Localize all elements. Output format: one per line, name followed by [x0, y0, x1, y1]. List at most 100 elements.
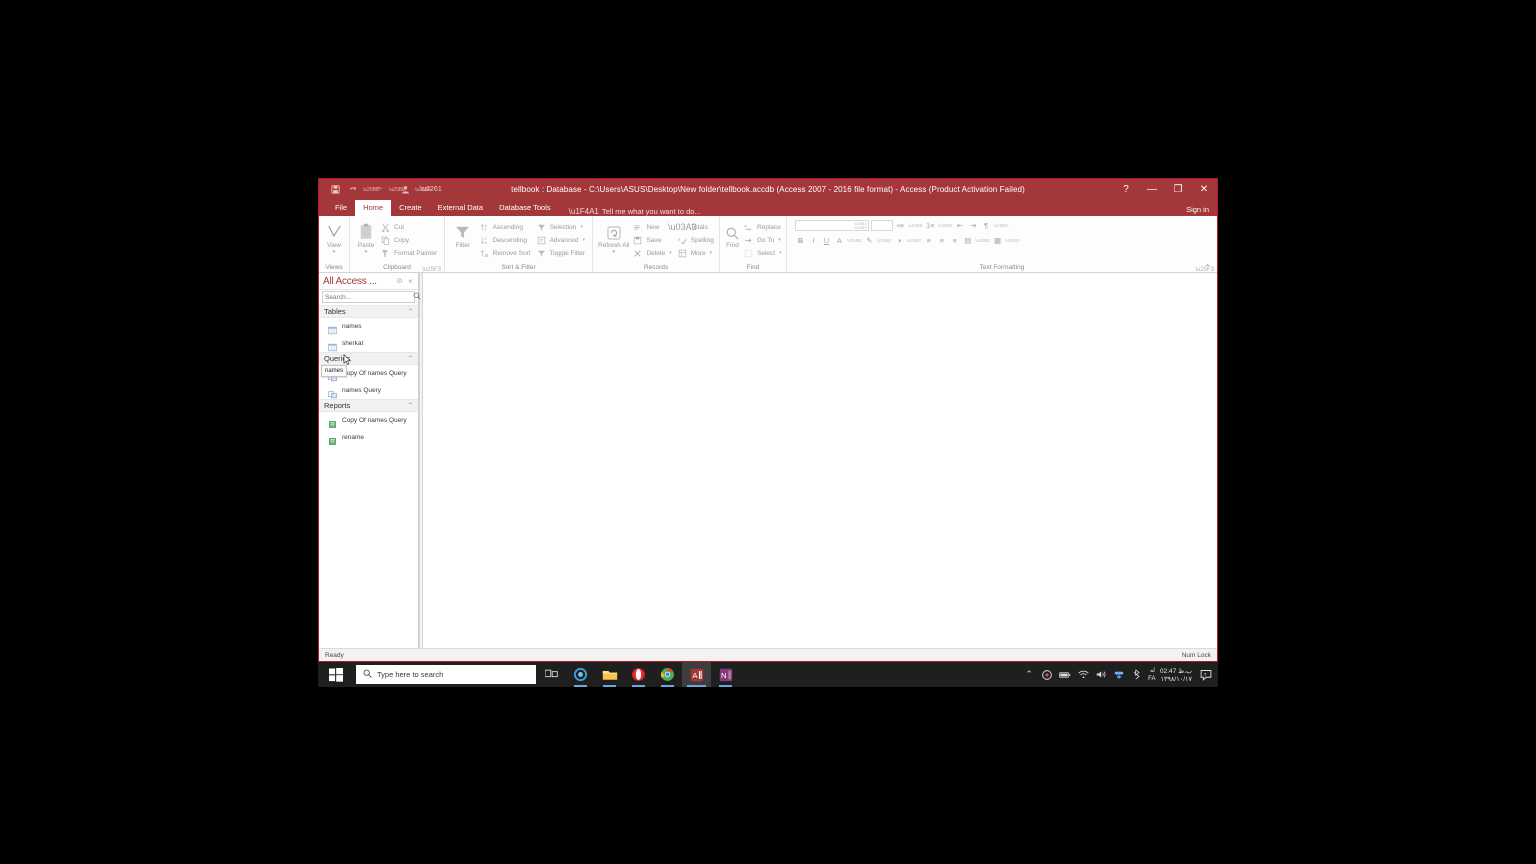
gridlines-button[interactable]: ▦ — [992, 235, 1003, 247]
datasheet-button[interactable]: ▤ — [962, 235, 973, 247]
clock-and-locale[interactable]: له 02:47 ب.ظ FA ۱۳۹۸/۱۰/۱۷ — [1146, 662, 1196, 687]
more-caret[interactable]: ▾ — [710, 250, 713, 256]
onenote-icon[interactable]: N — [711, 662, 740, 687]
selection-button[interactable]: Selection ▾ — [536, 221, 587, 233]
advanced-button[interactable]: Advanced ▾ — [536, 234, 587, 246]
nav-group-reports[interactable]: Reports ⌃ — [319, 399, 418, 412]
chrome-icon[interactable] — [653, 662, 682, 687]
tab-home[interactable]: Home — [355, 200, 392, 216]
outdent-button[interactable]: ⇤ — [955, 220, 966, 232]
rtl-button[interactable]: ¶ — [981, 220, 992, 232]
dropbox-icon[interactable] — [1110, 662, 1128, 687]
replace-button[interactable]: ab Replace — [743, 221, 784, 233]
font-color-button[interactable]: A — [834, 235, 845, 247]
totals-button[interactable]: \u03A3 Totals — [668, 221, 716, 233]
delete-caret[interactable]: ▾ — [669, 250, 672, 256]
go-to-caret[interactable]: ▾ — [778, 237, 781, 243]
font-color-caret[interactable]: \u25BE — [847, 238, 862, 243]
tab-external-data[interactable]: External Data — [430, 200, 491, 216]
font-name-spinner[interactable]: \u25B4 \u25BE — [854, 222, 867, 229]
volume-icon[interactable] — [1092, 662, 1110, 687]
tab-create[interactable]: Create — [391, 200, 430, 216]
tell-me-box[interactable]: \u1F4A1 Tell me what you want to do... — [559, 207, 701, 216]
refresh-all-button[interactable]: Refresh All ▾ — [598, 219, 629, 255]
nav-item-table-names[interactable]: names — [319, 318, 418, 335]
collapse-ribbon-button[interactable]: ⌃ — [1204, 263, 1211, 272]
fill-color-button[interactable]: ◑ — [894, 235, 905, 247]
undo-icon[interactable] — [345, 182, 361, 198]
action-center-button[interactable]: T — [1196, 662, 1216, 687]
view-button[interactable]: View ▾ — [324, 219, 344, 255]
highlight-caret[interactable]: \u25BE — [877, 238, 892, 243]
search-icon[interactable] — [413, 292, 421, 302]
chevron-up-icon[interactable]: ⌃ — [408, 355, 413, 362]
more-button[interactable]: More ▾ — [677, 247, 716, 259]
format-painter-button[interactable]: Format Painter — [380, 247, 439, 259]
undo-dropdown-caret[interactable]: \u25BE — [363, 187, 379, 193]
battery-icon[interactable] — [1056, 662, 1074, 687]
remove-sort-button[interactable]: Remove Sort — [479, 247, 533, 259]
bullets-caret[interactable]: \u25BE — [908, 223, 923, 228]
align-left-button[interactable]: ≡ — [923, 235, 934, 247]
delete-record-button[interactable]: Delete ▾ — [632, 247, 673, 259]
font-size-input[interactable] — [871, 220, 893, 231]
customize-user-icon[interactable] — [397, 182, 413, 198]
spelling-button[interactable]: a Spelling — [677, 234, 716, 246]
customize-quick-access-toolbar-icon[interactable]: \u2261 — [420, 182, 441, 198]
close-button[interactable]: ✕ — [1191, 179, 1217, 200]
select-button[interactable]: Select ▾ — [743, 247, 784, 259]
datasheet-caret[interactable]: \u25BE — [975, 238, 990, 243]
nav-item-table-sherkat[interactable]: sherkat — [319, 335, 418, 352]
view-caret[interactable]: ▾ — [333, 250, 336, 255]
save-icon[interactable] — [327, 182, 343, 198]
chevron-up-icon[interactable]: ⌃ — [408, 402, 413, 409]
ascending-button[interactable]: AZ Ascending — [479, 221, 533, 233]
redo-dropdown-caret[interactable]: \u25BE — [389, 187, 405, 193]
wifi-icon[interactable] — [1074, 662, 1092, 687]
tab-file[interactable]: File — [327, 200, 355, 216]
bold-button[interactable]: B — [795, 235, 806, 247]
show-hidden-icons-chevron-icon[interactable]: ⌃ — [1020, 662, 1038, 687]
sign-in-link[interactable]: Sign in — [1186, 205, 1209, 214]
nav-group-tables[interactable]: Tables ⌃ — [319, 305, 418, 318]
tab-database-tools[interactable]: Database Tools — [491, 200, 559, 216]
select-caret[interactable]: ▾ — [779, 250, 782, 256]
indent-button[interactable]: ⇥ — [968, 220, 979, 232]
nav-item-report-rename[interactable]: rename — [319, 429, 418, 446]
navigation-search-box[interactable] — [322, 291, 421, 303]
nav-item-query-names-query[interactable]: names Query — [319, 382, 418, 399]
search-input[interactable] — [325, 293, 413, 301]
underline-button[interactable]: U — [821, 235, 832, 247]
bullets-button[interactable]: •≡ — [895, 220, 906, 232]
shutter-bar-collapse-icon[interactable]: « — [406, 277, 415, 286]
task-view-button[interactable] — [536, 662, 566, 687]
restore-button[interactable]: ❐ — [1165, 179, 1191, 200]
toggle-filter-button[interactable]: Toggle Filter — [536, 247, 587, 259]
save-record-button[interactable]: Save — [632, 234, 673, 246]
descending-button[interactable]: ZA Descending — [479, 234, 533, 246]
file-explorer-icon[interactable] — [595, 662, 624, 687]
chevron-up-icon[interactable]: ⌃ — [408, 308, 413, 315]
opera-icon[interactable] — [624, 662, 653, 687]
go-to-button[interactable]: Go To ▾ — [743, 234, 784, 246]
selection-caret[interactable]: ▾ — [580, 224, 583, 230]
help-button[interactable]: ? — [1113, 179, 1139, 200]
gridlines-caret[interactable]: \u25BE — [1005, 238, 1020, 243]
font-name-input[interactable]: \u25B4 \u25BE — [795, 220, 869, 231]
refresh-all-caret[interactable]: ▾ — [612, 250, 615, 255]
highlight-button[interactable]: ✎ — [864, 235, 875, 247]
align-center-button[interactable]: ≡ — [936, 235, 947, 247]
minimize-button[interactable]: — — [1139, 179, 1165, 200]
redo-icon[interactable] — [371, 182, 387, 198]
paste-caret[interactable]: ▾ — [365, 250, 368, 255]
access-icon[interactable]: A — [682, 662, 711, 687]
find-button[interactable]: Find — [725, 219, 740, 249]
italic-button[interactable]: I — [808, 235, 819, 247]
advanced-caret[interactable]: ▾ — [582, 237, 585, 243]
taskbar-search-box[interactable]: Type here to search — [356, 665, 536, 684]
copy-button[interactable]: Copy — [380, 234, 439, 246]
start-button[interactable] — [318, 662, 354, 687]
align-right-button[interactable]: ≡ — [949, 235, 960, 247]
antivirus-icon[interactable] — [1038, 662, 1056, 687]
numbering-button[interactable]: 1≡ — [925, 220, 936, 232]
